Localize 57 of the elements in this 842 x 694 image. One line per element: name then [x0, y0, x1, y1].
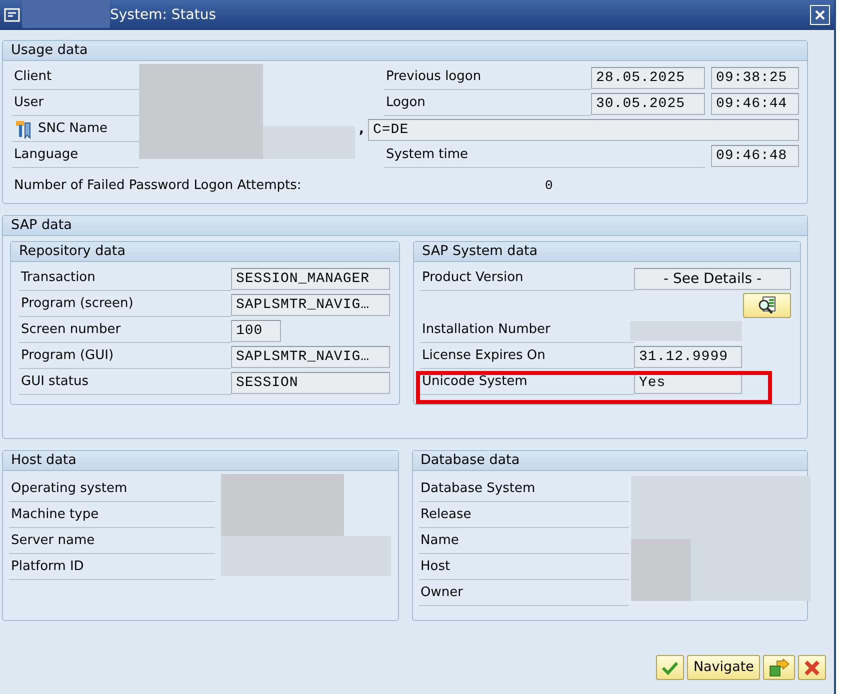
- snc-field: C=DE: [368, 119, 799, 141]
- field-label: Unicode System: [420, 370, 634, 395]
- group-title: Repository data: [11, 242, 399, 262]
- group-title: SAP data: [3, 216, 807, 236]
- field-label: Server name: [9, 529, 215, 554]
- exit-button[interactable]: [763, 655, 795, 680]
- value-field: SESSION: [231, 372, 390, 394]
- value-field: - See Details -: [634, 268, 791, 290]
- field-label: Machine type: [9, 503, 215, 528]
- value-field: 31.12.9999: [634, 346, 742, 368]
- group-title: Usage data: [3, 41, 807, 61]
- close-icon: [815, 10, 825, 20]
- field-label: Release: [418, 503, 628, 528]
- date-field: 28.05.2025: [591, 67, 705, 89]
- field-label: Database System: [418, 477, 628, 502]
- redacted-area: [630, 539, 690, 601]
- field-label: License Expires On: [420, 344, 634, 369]
- window-title: System: Status: [110, 6, 216, 24]
- field-label: Platform ID: [9, 555, 215, 580]
- field-label: Operating system: [9, 477, 215, 502]
- window-menu-icon: [4, 8, 20, 22]
- details-button[interactable]: [743, 292, 791, 318]
- close-button[interactable]: [810, 5, 830, 25]
- cancel-button[interactable]: [798, 655, 826, 680]
- value-field: SESSION_MANAGER: [231, 268, 390, 290]
- group-title: SAP System data: [414, 242, 800, 262]
- field-label: System time: [384, 143, 705, 168]
- field-label: Host: [418, 555, 628, 580]
- comma-text: ,: [359, 121, 365, 140]
- group-title: Host data: [3, 451, 398, 471]
- field-label: Owner: [418, 581, 628, 606]
- value-field: SAPLSMTR_NAVIG…: [231, 294, 390, 316]
- value-field: SAPLSMTR_NAVIG…: [231, 346, 390, 368]
- field-label: SNC Name: [38, 120, 108, 138]
- time-field: 09:46:48: [711, 145, 799, 167]
- arrow-icon: [769, 658, 789, 676]
- magnifier-icon: [757, 296, 777, 314]
- count-value: 0: [544, 176, 554, 194]
- date-field: 30.05.2025: [591, 93, 705, 115]
- checkmark-icon: [662, 660, 678, 674]
- field-label: Transaction: [19, 266, 231, 291]
- field-label: Product Version: [420, 266, 634, 291]
- navigate-button[interactable]: Navigate: [687, 655, 760, 680]
- field-label: Logon: [384, 91, 591, 116]
- time-field: 09:38:25: [711, 67, 799, 89]
- cross-icon: [804, 660, 820, 676]
- field-label: Program (screen): [19, 292, 231, 317]
- field-label: Previous logon: [384, 65, 591, 90]
- field-label: Screen number: [19, 318, 231, 343]
- group-title: Database data: [412, 451, 807, 471]
- value-field: 100: [231, 320, 281, 342]
- field-label: Number of Failed Password Logon Attempts:: [13, 176, 302, 194]
- field-label: GUI status: [19, 370, 231, 395]
- field-label: Name: [418, 529, 628, 554]
- field-label: Program (GUI): [19, 344, 231, 369]
- confirm-button[interactable]: [656, 655, 684, 680]
- time-field: 09:46:44: [711, 93, 799, 115]
